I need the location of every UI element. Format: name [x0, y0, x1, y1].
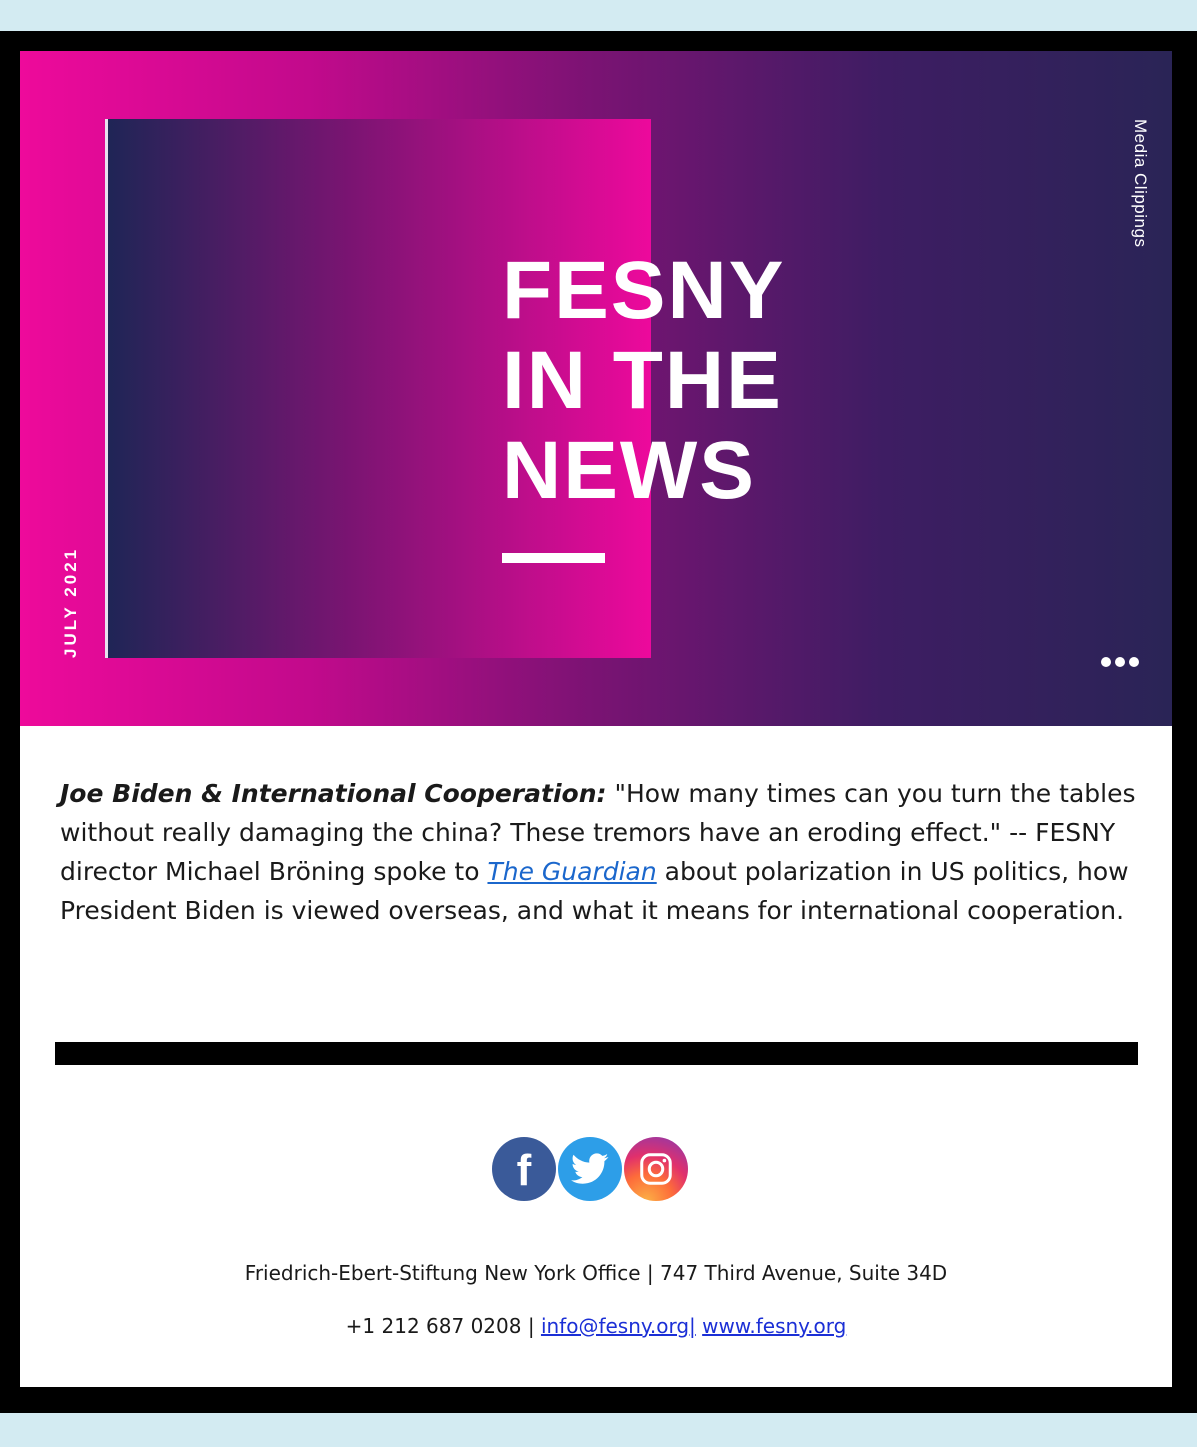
- article-lead: Joe Biden & International Cooperation:: [60, 779, 607, 808]
- footer-phone: +1 212 687 0208 |: [345, 1314, 541, 1338]
- email-frame: FESNY IN THE NEWS JULY 2021 Media Clippi…: [0, 31, 1197, 1413]
- section-divider: [55, 1042, 1138, 1065]
- headline-line-2: IN THE: [502, 335, 783, 426]
- email-body: FESNY IN THE NEWS JULY 2021 Media Clippi…: [20, 51, 1172, 1387]
- headline-underline: [502, 553, 605, 563]
- more-dots-icon: [1101, 657, 1139, 667]
- headline-line-3: NEWS: [502, 425, 756, 516]
- banner-headline: FESNY IN THE NEWS: [502, 246, 785, 516]
- instagram-icon[interactable]: [624, 1137, 688, 1201]
- twitter-icon[interactable]: [558, 1137, 622, 1201]
- facebook-icon[interactable]: f: [492, 1137, 556, 1201]
- website-link[interactable]: www.fesny.org: [702, 1314, 846, 1338]
- email-link[interactable]: info@fesny.org|: [541, 1314, 696, 1338]
- media-clippings-label: Media Clippings: [1131, 119, 1150, 248]
- headline-line-1: FESNY: [502, 245, 786, 336]
- footer-address: Friedrich-Ebert-Stiftung New York Office…: [244, 1261, 948, 1285]
- footer-contact: +1 212 687 0208 | info@fesny.org| www.fe…: [20, 1314, 1172, 1338]
- social-icons: f: [492, 1137, 688, 1201]
- article-paragraph: Joe Biden & International Cooperation: "…: [60, 774, 1140, 930]
- date-label: JULY 2021: [61, 546, 80, 658]
- guardian-link[interactable]: The Guardian: [487, 857, 656, 886]
- header-banner: FESNY IN THE NEWS JULY 2021 Media Clippi…: [20, 51, 1172, 726]
